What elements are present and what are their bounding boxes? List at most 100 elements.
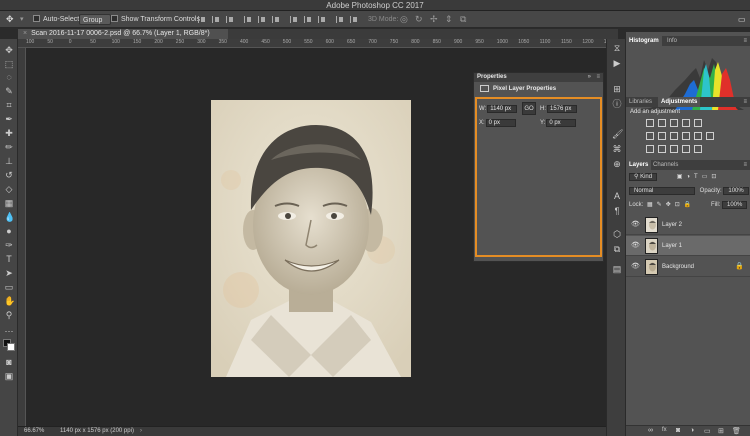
curves-icon[interactable] <box>670 119 678 127</box>
height-field[interactable]: H: 1576 px <box>540 105 577 113</box>
distribute-middle-icon[interactable] <box>304 16 312 23</box>
zoom-tool-icon[interactable]: ⚲ <box>4 310 14 320</box>
3d-slide-icon[interactable]: ⇕ <box>445 14 453 25</box>
x-value[interactable]: 0 px <box>485 119 516 127</box>
new-group-icon[interactable]: ▭ <box>704 427 711 435</box>
marquee-tool-icon[interactable]: ⬚ <box>4 59 14 69</box>
width-value[interactable]: 1140 px <box>487 105 518 113</box>
add-mask-icon[interactable]: ◙ <box>676 427 680 434</box>
levels-icon[interactable] <box>658 119 666 127</box>
3d-pan-icon[interactable]: ✢ <box>430 14 438 25</box>
layer-row-background[interactable]: 👁 Background 🔒 <box>626 257 750 277</box>
info-panel-icon[interactable]: ⓘ <box>612 99 622 109</box>
screen-mode-icon[interactable]: ▣ <box>4 371 14 381</box>
dodge-tool-icon[interactable]: ● <box>4 226 14 236</box>
color-balance-icon[interactable] <box>658 132 666 140</box>
invert-icon[interactable] <box>646 145 654 153</box>
quick-select-tool-icon[interactable]: ✎ <box>4 86 14 96</box>
x-field[interactable]: X: 0 px <box>479 119 516 127</box>
selective-color-icon[interactable] <box>682 145 690 153</box>
move-tool-icon[interactable]: ✥ <box>4 45 14 55</box>
panel-menu-icon[interactable]: ≡ <box>740 36 750 46</box>
y-value[interactable]: 0 px <box>546 119 577 127</box>
background-color-swatch[interactable] <box>7 343 15 351</box>
3d-roll-icon[interactable]: ↻ <box>415 14 423 25</box>
adjustment-layer-icon[interactable]: ◑ <box>690 427 694 434</box>
tab-layers[interactable]: Layers <box>626 160 652 170</box>
y-field[interactable]: Y: 0 px <box>540 119 577 127</box>
align-bottom-icon[interactable] <box>272 16 280 23</box>
workspace-icon[interactable]: ▭ <box>738 14 746 25</box>
tab-histogram[interactable]: Histogram <box>626 36 662 46</box>
trash-icon[interactable]: 🗑 <box>732 427 741 435</box>
align-middle-icon[interactable] <box>258 16 266 23</box>
close-icon[interactable]: × <box>23 30 27 37</box>
threshold-icon[interactable] <box>670 145 678 153</box>
link-dimensions-button[interactable]: GO <box>522 102 536 115</box>
lock-icons[interactable]: ▦✎✥⊡🔒 <box>647 202 695 208</box>
zoom-level[interactable]: 66.67% <box>24 427 44 436</box>
gradient-tool-icon[interactable]: ▦ <box>4 198 14 208</box>
actions-panel-icon[interactable]: ▶ <box>612 58 622 68</box>
timeline-panel-icon[interactable]: ⧉ <box>612 244 622 254</box>
fill-value[interactable]: 100% <box>722 201 748 209</box>
height-value[interactable]: 1576 px <box>547 105 577 113</box>
link-layers-icon[interactable]: ∞ <box>648 427 653 434</box>
clone-source-icon[interactable]: ⊕ <box>612 159 622 169</box>
align-left-icon[interactable] <box>198 16 206 23</box>
blend-mode-dropdown[interactable]: Normal <box>629 187 695 195</box>
auto-select-checkbox[interactable]: Auto-Select: <box>33 14 81 25</box>
panel-menu-icon[interactable]: ≡ <box>740 160 750 170</box>
move-tool-icon[interactable]: ✥ <box>6 14 14 25</box>
new-layer-icon[interactable]: ⊞ <box>718 427 724 435</box>
layer-row-layer-2[interactable]: 👁 Layer 2 <box>626 215 750 235</box>
eraser-tool-icon[interactable]: ◇ <box>4 184 14 194</box>
exposure-icon[interactable] <box>682 119 690 127</box>
filter-kind-dropdown[interactable]: ⚲ Kind <box>629 173 658 181</box>
distribute-center-icon[interactable] <box>350 16 358 23</box>
document-tab[interactable]: × Scan 2016-11-17 0006-2.psd @ 66.7% (Lay… <box>18 29 228 39</box>
history-panel-icon[interactable]: ⧖ <box>612 43 622 53</box>
color-lookup-icon[interactable] <box>706 132 714 140</box>
distribute-left-icon[interactable] <box>336 16 344 23</box>
3d-panel-icon[interactable]: ⬡ <box>612 229 622 239</box>
visibility-eye-icon[interactable]: 👁 <box>631 257 640 277</box>
align-right-icon[interactable] <box>226 16 234 23</box>
align-center-icon[interactable] <box>212 16 220 23</box>
panel-menu-icon[interactable]: ≡ <box>740 97 750 107</box>
type-tool-icon[interactable]: T <box>4 254 14 264</box>
layer-style-icon[interactable]: fx <box>662 427 667 433</box>
lock-icon[interactable]: 🔒 <box>735 257 744 277</box>
blur-tool-icon[interactable]: 💧 <box>4 212 15 222</box>
quick-mask-icon[interactable]: ◙ <box>4 357 14 367</box>
more-tools-icon[interactable]: ⋯ <box>4 326 14 336</box>
3d-orbit-icon[interactable]: ◎ <box>400 14 408 25</box>
show-transform-checkbox[interactable]: Show Transform Controls <box>111 14 200 25</box>
paragraph-panel-icon[interactable]: ¶ <box>612 206 622 216</box>
visibility-eye-icon[interactable]: 👁 <box>631 236 640 256</box>
shape-tool-icon[interactable]: ▭ <box>4 282 14 292</box>
black-white-icon[interactable] <box>670 132 678 140</box>
tab-libraries[interactable]: Libraries <box>626 97 655 107</box>
3d-scale-icon[interactable]: ⧉ <box>460 14 466 25</box>
chevron-right-icon[interactable]: › <box>140 427 142 436</box>
align-top-icon[interactable] <box>244 16 252 23</box>
posterize-icon[interactable] <box>658 145 666 153</box>
photo-filter-icon[interactable] <box>682 132 690 140</box>
eyedropper-tool-icon[interactable]: ✒ <box>4 114 14 124</box>
path-select-tool-icon[interactable]: ➤ <box>4 268 14 278</box>
vibrance-triangle-icon[interactable] <box>694 119 702 127</box>
tab-info[interactable]: Info <box>664 36 680 46</box>
brush-tool-icon[interactable]: ✏ <box>4 142 14 152</box>
tab-channels[interactable]: Channels <box>650 160 681 170</box>
collapse-icon[interactable]: » <box>588 73 591 82</box>
pen-tool-icon[interactable]: ✑ <box>4 240 14 250</box>
healing-brush-tool-icon[interactable]: ✚ <box>4 128 14 138</box>
layer-row-layer-1[interactable]: 👁 Layer 1 <box>626 236 750 256</box>
character-panel-icon[interactable]: A <box>612 191 622 201</box>
filter-icons[interactable]: ▣◑T▭⊡ <box>677 174 721 180</box>
crop-tool-icon[interactable]: ⌗ <box>4 100 14 110</box>
clone-stamp-tool-icon[interactable]: ⊥ <box>4 156 14 166</box>
brush-panel-icon[interactable]: 🖌 <box>612 129 623 139</box>
gradient-map-icon[interactable] <box>694 145 702 153</box>
